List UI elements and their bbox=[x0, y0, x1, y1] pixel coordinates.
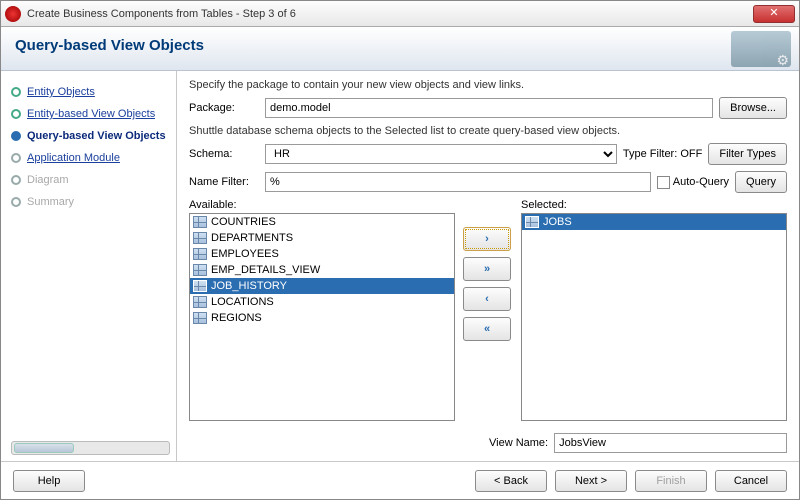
list-item[interactable]: EMP_DETAILS_VIEW bbox=[190, 262, 454, 278]
move-left-button[interactable]: ‹ bbox=[463, 287, 511, 311]
wizard-header: Query-based View Objects bbox=[1, 27, 799, 71]
list-item[interactable]: JOB_HISTORY bbox=[190, 278, 454, 294]
browse-button[interactable]: Browse... bbox=[719, 97, 787, 119]
wizard-footer: Help < Back Next > Finish Cancel bbox=[1, 461, 799, 499]
step-label: Summary bbox=[27, 196, 74, 208]
wizard-step: Diagram bbox=[11, 169, 170, 191]
step-indicator-icon bbox=[11, 87, 21, 97]
header-decoration-icon bbox=[731, 31, 791, 67]
table-icon bbox=[193, 312, 207, 324]
titlebar: Create Business Components from Tables -… bbox=[1, 1, 799, 27]
table-icon bbox=[193, 264, 207, 276]
table-icon bbox=[193, 248, 207, 260]
available-label: Available: bbox=[189, 199, 455, 211]
finish-button[interactable]: Finish bbox=[635, 470, 707, 492]
wizard-step[interactable]: Application Module bbox=[11, 147, 170, 169]
filter-types-button[interactable]: Filter Types bbox=[708, 143, 787, 165]
list-item[interactable]: COUNTRIES bbox=[190, 214, 454, 230]
list-item-label: JOBS bbox=[543, 216, 572, 228]
list-item[interactable]: REGIONS bbox=[190, 310, 454, 326]
sidebar-scrollbar[interactable] bbox=[11, 441, 170, 455]
next-button[interactable]: Next > bbox=[555, 470, 627, 492]
step-indicator-icon bbox=[11, 131, 21, 141]
wizard-step[interactable]: Entity Objects bbox=[11, 81, 170, 103]
back-button[interactable]: < Back bbox=[475, 470, 547, 492]
step-label[interactable]: Application Module bbox=[27, 152, 120, 164]
step-label[interactable]: Query-based View Objects bbox=[27, 130, 166, 142]
table-icon bbox=[193, 232, 207, 244]
package-description: Specify the package to contain your new … bbox=[189, 79, 787, 91]
wizard-step[interactable]: Entity-based View Objects bbox=[11, 103, 170, 125]
wizard-steps-sidebar: Entity Objects Entity-based View Objects Q… bbox=[1, 71, 177, 461]
list-item-label: EMPLOYEES bbox=[211, 248, 279, 260]
name-filter-input[interactable] bbox=[265, 172, 651, 192]
list-item[interactable]: LOCATIONS bbox=[190, 294, 454, 310]
selected-list[interactable]: JOBS bbox=[521, 213, 787, 421]
list-item-label: EMP_DETAILS_VIEW bbox=[211, 264, 320, 276]
step-indicator-icon bbox=[11, 175, 21, 185]
auto-query-checkbox[interactable]: Auto-Query bbox=[657, 176, 729, 189]
list-item[interactable]: DEPARTMENTS bbox=[190, 230, 454, 246]
table-icon bbox=[193, 280, 207, 292]
schema-label: Schema: bbox=[189, 148, 259, 160]
move-all-right-button[interactable]: » bbox=[463, 257, 511, 281]
step-label: Diagram bbox=[27, 174, 69, 186]
step-indicator-icon bbox=[11, 109, 21, 119]
wizard-step: Summary bbox=[11, 191, 170, 213]
cancel-button[interactable]: Cancel bbox=[715, 470, 787, 492]
view-name-label: View Name: bbox=[489, 437, 548, 449]
table-icon bbox=[193, 216, 207, 228]
package-input[interactable] bbox=[265, 98, 713, 118]
list-item-label: COUNTRIES bbox=[211, 216, 276, 228]
list-item-label: REGIONS bbox=[211, 312, 262, 324]
step-label[interactable]: Entity-based View Objects bbox=[27, 108, 155, 120]
available-list[interactable]: COUNTRIES DEPARTMENTS EMPLOYEES EMP_DETAILS… bbox=[189, 213, 455, 421]
list-item-label: LOCATIONS bbox=[211, 296, 274, 308]
page-title: Query-based View Objects bbox=[15, 37, 785, 54]
list-item[interactable]: JOBS bbox=[522, 214, 786, 230]
step-label[interactable]: Entity Objects bbox=[27, 86, 95, 98]
close-button[interactable]: ✕ bbox=[753, 5, 795, 23]
type-filter-label: Type Filter: OFF bbox=[623, 148, 702, 160]
selected-label: Selected: bbox=[521, 199, 787, 211]
schema-select[interactable]: HR bbox=[265, 144, 617, 164]
window-title: Create Business Components from Tables -… bbox=[27, 8, 753, 20]
table-icon bbox=[525, 216, 539, 228]
scrollbar-thumb[interactable] bbox=[14, 443, 74, 453]
package-label: Package: bbox=[189, 102, 259, 114]
move-right-button[interactable]: › bbox=[463, 227, 511, 251]
list-item-label: JOB_HISTORY bbox=[211, 280, 287, 292]
shuttle-description: Shuttle database schema objects to the S… bbox=[189, 125, 787, 137]
query-button[interactable]: Query bbox=[735, 171, 787, 193]
list-item-label: DEPARTMENTS bbox=[211, 232, 293, 244]
move-all-left-button[interactable]: « bbox=[463, 317, 511, 341]
list-item[interactable]: EMPLOYEES bbox=[190, 246, 454, 262]
name-filter-label: Name Filter: bbox=[189, 176, 259, 188]
main-panel: Specify the package to contain your new … bbox=[177, 71, 799, 461]
step-indicator-icon bbox=[11, 153, 21, 163]
wizard-step[interactable]: Query-based View Objects bbox=[11, 125, 170, 147]
step-indicator-icon bbox=[11, 197, 21, 207]
table-icon bbox=[193, 296, 207, 308]
app-icon bbox=[5, 6, 21, 22]
help-button[interactable]: Help bbox=[13, 470, 85, 492]
view-name-input[interactable] bbox=[554, 433, 787, 453]
